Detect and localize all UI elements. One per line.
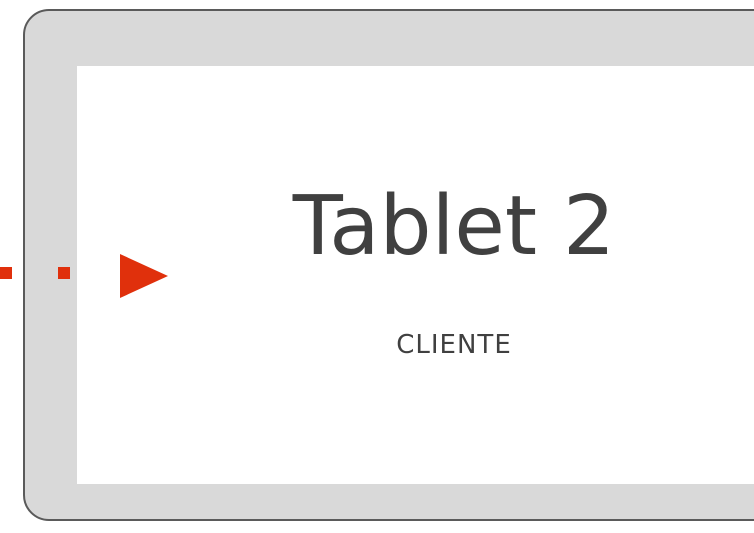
tablet-title: Tablet 2 bbox=[292, 179, 616, 274]
connector-dash-1 bbox=[0, 267, 12, 279]
arrowhead-icon bbox=[120, 254, 168, 298]
connector-dash-2 bbox=[58, 267, 70, 279]
tablet-subtitle: CLIENTE bbox=[396, 330, 512, 360]
dotted-arrow-connector bbox=[0, 254, 168, 298]
diagram-canvas: Tablet 2 CLIENTE bbox=[0, 0, 754, 533]
